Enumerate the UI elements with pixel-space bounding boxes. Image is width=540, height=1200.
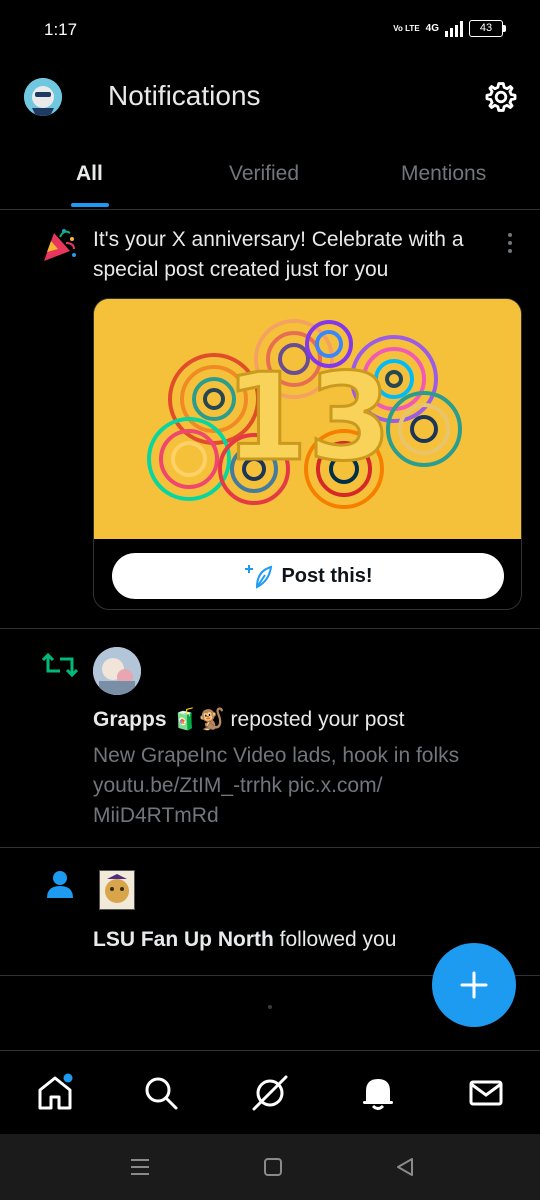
- signal-icon: [445, 20, 463, 37]
- back-icon[interactable]: [396, 1158, 414, 1176]
- volte-indicator: Vo LTE: [393, 23, 420, 33]
- loading-dot: [268, 1005, 272, 1009]
- anniversary-image: 13: [94, 299, 521, 539]
- anniversary-card: 13 Post this!: [93, 298, 522, 610]
- tab-all[interactable]: All: [76, 162, 103, 186]
- repost-post-line-3[interactable]: MiiD4RTmRd: [93, 801, 219, 831]
- status-icons: Vo LTE 4G 43: [393, 20, 506, 37]
- person-icon: [47, 871, 73, 898]
- follow-action: followed you: [279, 928, 397, 951]
- repost-icon: [42, 653, 78, 677]
- page-title: Notifications: [108, 80, 261, 111]
- repost-post-line-2[interactable]: youtu.be/ZtIM_-trrhk pic.x.com/: [93, 771, 382, 801]
- anniversary-text-line-1: It's your X anniversary! Celebrate with …: [93, 228, 464, 251]
- grok-icon[interactable]: [250, 1073, 290, 1113]
- anniversary-text-line-2: special post created just for you: [93, 258, 389, 281]
- post-this-button[interactable]: Post this!: [112, 553, 504, 599]
- bottom-nav: [0, 1050, 540, 1134]
- repost-user-emoji: 🧃🐒: [172, 708, 225, 731]
- gear-icon[interactable]: [484, 80, 518, 114]
- plus-icon: [460, 971, 488, 999]
- anniversary-number: 13: [225, 349, 392, 488]
- active-tab-indicator: [71, 203, 109, 207]
- sparkle-feather-icon: [245, 565, 273, 589]
- status-time: 1:17: [44, 20, 78, 39]
- bell-icon[interactable]: [358, 1073, 398, 1113]
- system-nav-bar: [0, 1134, 540, 1200]
- follow-user-name[interactable]: LSU Fan Up North: [93, 928, 274, 951]
- tab-mentions[interactable]: Mentions: [401, 162, 486, 186]
- repost-post-line-1: New GrapeInc Video lads, hook in folks: [93, 744, 460, 767]
- party-popper-icon: [44, 229, 76, 261]
- battery-level: 43: [469, 20, 503, 37]
- battery-icon: 43: [469, 20, 506, 37]
- tab-bar: All Verified Mentions: [0, 150, 540, 210]
- repost-action: reposted your post: [230, 708, 405, 731]
- home-system-icon[interactable]: [264, 1158, 282, 1176]
- compose-post-button[interactable]: [432, 943, 516, 1027]
- header: Notifications: [0, 62, 540, 132]
- repost-notification[interactable]: Grapps 🧃🐒 reposted your post New GrapeIn…: [0, 629, 540, 848]
- repost-user-name[interactable]: Grapps: [93, 708, 167, 731]
- search-icon[interactable]: [141, 1073, 181, 1113]
- mail-icon[interactable]: [466, 1073, 506, 1113]
- network-type: 4G: [425, 23, 439, 34]
- more-options-icon[interactable]: [506, 231, 514, 255]
- recent-apps-icon[interactable]: [130, 1158, 150, 1176]
- post-this-label: Post this!: [281, 564, 373, 587]
- lsu-fan-avatar[interactable]: [99, 870, 135, 910]
- anniversary-notification[interactable]: It's your X anniversary! Celebrate with …: [0, 211, 540, 629]
- grapps-avatar[interactable]: [93, 647, 141, 695]
- status-bar: 1:17 Vo LTE 4G 43: [0, 0, 540, 62]
- profile-avatar[interactable]: [24, 78, 62, 116]
- follow-headline: LSU Fan Up North followed you: [93, 925, 396, 955]
- repost-headline: Grapps 🧃🐒 reposted your post: [93, 705, 404, 735]
- tab-verified[interactable]: Verified: [229, 162, 299, 186]
- home-icon[interactable]: [35, 1073, 75, 1113]
